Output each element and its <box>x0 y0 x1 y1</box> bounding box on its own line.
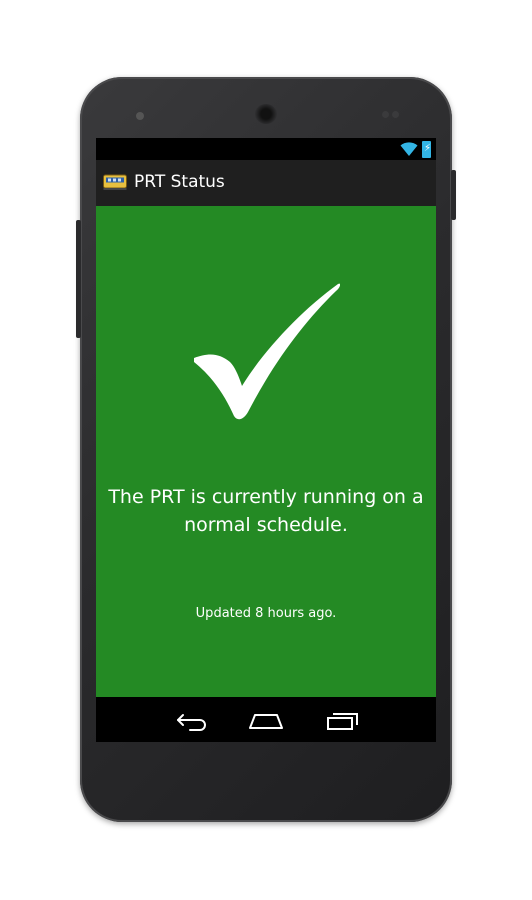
phone-screen: ⚡ PRT Status The PRT is currently runnin… <box>96 138 436 742</box>
charging-bolt-icon: ⚡ <box>424 143 432 154</box>
navigation-bar <box>96 697 436 742</box>
action-bar: PRT Status <box>96 160 436 206</box>
volume-button <box>76 220 81 338</box>
status-bar: ⚡ <box>96 138 436 160</box>
prt-train-icon[interactable] <box>103 174 127 190</box>
light-sensor <box>392 111 399 118</box>
checkmark-icon <box>194 283 340 420</box>
home-icon[interactable] <box>246 707 286 733</box>
updated-timestamp: Updated 8 hours ago. <box>195 606 337 621</box>
power-button <box>451 170 456 220</box>
recents-icon[interactable] <box>322 707 362 733</box>
earpiece-speaker <box>255 104 277 124</box>
battery-charging-icon: ⚡ <box>422 141 431 158</box>
proximity-sensor <box>382 111 389 118</box>
status-panel: The PRT is currently running on a normal… <box>96 206 436 697</box>
back-icon[interactable] <box>170 707 210 733</box>
app-title: PRT Status <box>134 172 225 192</box>
wifi-icon <box>400 142 418 156</box>
front-camera <box>136 112 144 120</box>
status-message: The PRT is currently running on a normal… <box>108 486 424 536</box>
